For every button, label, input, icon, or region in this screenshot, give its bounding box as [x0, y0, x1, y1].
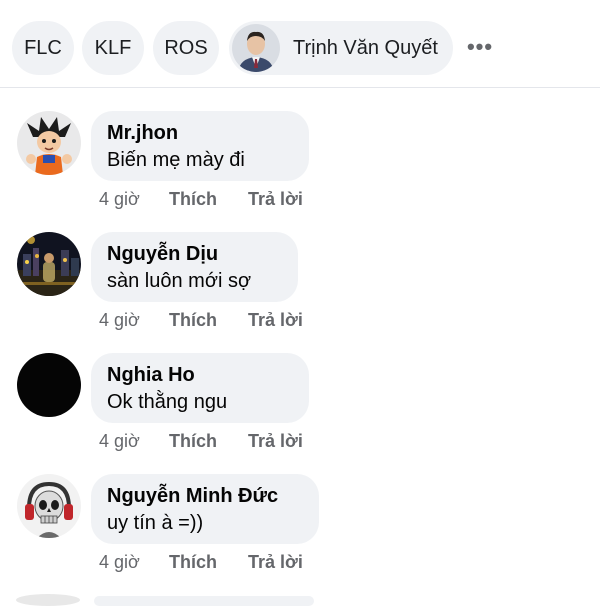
comment-item: Nghia Ho Ok thằng ngu 4 giờ Thích Trả lời	[0, 242, 600, 451]
like-button[interactable]: Thích	[169, 549, 248, 575]
next-comment-bubble-partial	[94, 596, 314, 606]
comment-item: Nguyễn Minh Đức uy tín à =)) 4 giờ Thích T…	[0, 363, 600, 572]
comment-item: Nguyễn Dịu sàn luôn mới sợ 4 giờ Thích Trả…	[0, 121, 600, 330]
reply-button[interactable]: Trả lời	[248, 549, 303, 575]
comment-actions: 4 giờ Thích Trả lời	[99, 549, 303, 575]
comment-bubble: Nguyễn Minh Đức uy tín à =))	[91, 474, 319, 544]
comment-time: 4 giờ	[99, 552, 140, 572]
next-comment-avatar-partial	[16, 594, 80, 606]
comment-author[interactable]: Nguyễn Minh Đức	[107, 483, 303, 509]
comment-item: Mr.jhon Biến mẹ mày đi 4 giờ Thích Trả lời	[0, 0, 600, 209]
comment-text: uy tín à =))	[107, 512, 204, 534]
skull-headphones-avatar-icon[interactable]	[17, 474, 81, 538]
